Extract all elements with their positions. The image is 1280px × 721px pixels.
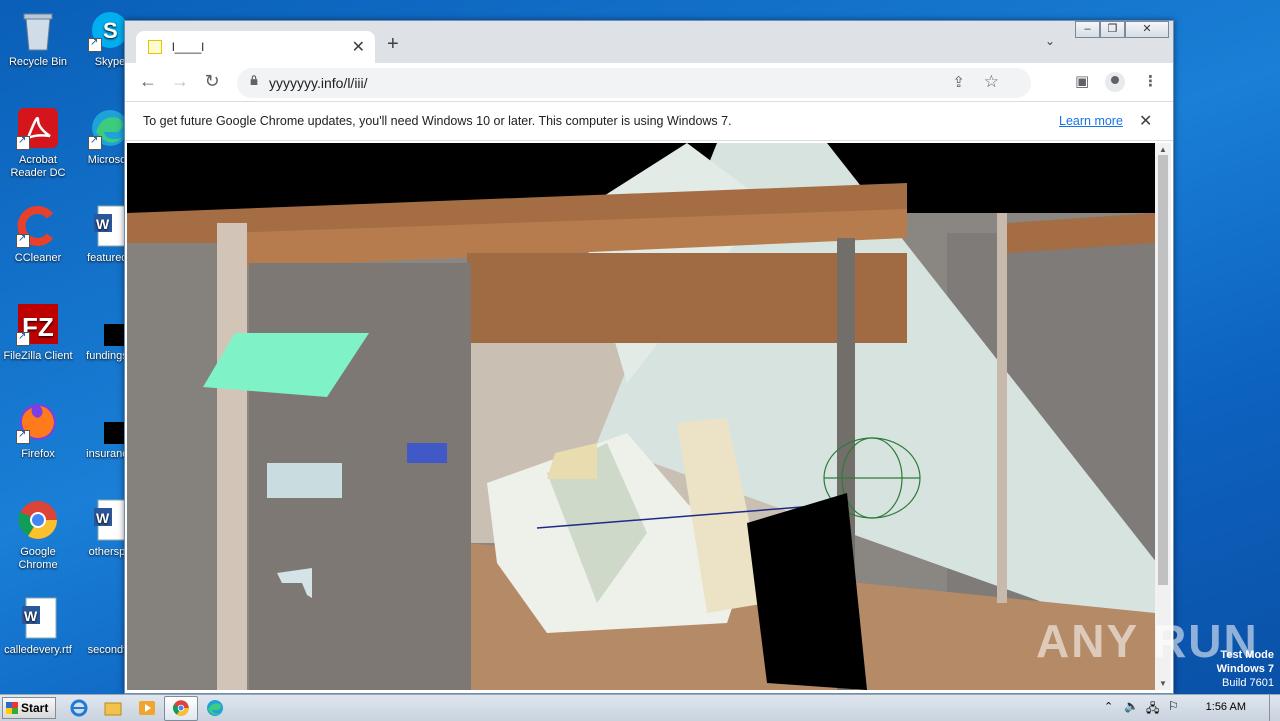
os-label: Windows 7	[1216, 663, 1274, 675]
desktop-icon-label: FileZilla Client	[3, 350, 73, 362]
scrollbar-thumb[interactable]	[1158, 155, 1168, 585]
infobar-message: To get future Google Chrome updates, you…	[143, 114, 732, 128]
desktop-icon-acrobat[interactable]: Acrobat Reader DC	[0, 106, 76, 180]
internet-explorer-icon[interactable]	[68, 698, 90, 718]
desktop-icon-label: Recycle Bin	[8, 56, 68, 68]
test-mode-label: Test Mode	[1220, 649, 1274, 661]
desktop-icon-filezilla[interactable]: FZ FileZilla Client	[0, 302, 76, 363]
close-tab-icon[interactable]: ✕	[352, 37, 365, 57]
infobar-close-icon[interactable]: ✕	[1139, 111, 1152, 131]
desktop-icon-label: Google Chrome	[18, 546, 58, 571]
acrobat-icon	[16, 106, 60, 150]
desktop-icon-recycle-bin[interactable]: Recycle Bin	[0, 8, 76, 69]
svg-text:W: W	[24, 608, 38, 624]
volume-icon[interactable]: 🔈	[1124, 699, 1139, 713]
update-infobar: To get future Google Chrome updates, you…	[125, 101, 1173, 141]
filezilla-icon: FZ	[16, 302, 60, 346]
test-mode-notice: Test Mode Windows 7 Build 7601	[1217, 648, 1274, 690]
tab-title: l____l	[172, 40, 205, 54]
menu-kebab-icon[interactable]: ⋮	[1143, 72, 1158, 90]
windows-logo-icon	[6, 702, 18, 714]
svg-text:W: W	[96, 216, 110, 232]
new-tab-button[interactable]: +	[387, 33, 399, 56]
desktop-icon-label: Acrobat Reader DC	[10, 154, 66, 179]
scroll-down-icon[interactable]: ▼	[1159, 679, 1167, 688]
desktop-icon-label: CCleaner	[14, 252, 62, 264]
firefox-icon	[16, 400, 60, 444]
bookmark-star-icon[interactable]: ☆	[984, 72, 999, 92]
tab-strip: l____l ✕ + ⌄ – ❐ ✕	[125, 21, 1173, 63]
chrome-taskbar-button[interactable]	[164, 696, 198, 721]
scene-graphic	[127, 143, 1155, 690]
share-icon[interactable]: ⇪	[952, 73, 965, 91]
edge-icon[interactable]	[204, 698, 226, 718]
taskbar: Start ⌃ 🔈 🖧 ⚐ 1:56 AM	[0, 694, 1280, 721]
system-tray: ⌃ 🔈 🖧 ⚐ 1:56 AM	[1102, 695, 1280, 721]
favicon-icon	[148, 40, 162, 54]
scroll-up-icon[interactable]: ▲	[1159, 145, 1167, 154]
desktop-icon-ccleaner[interactable]: CCleaner	[0, 204, 76, 265]
learn-more-link[interactable]: Learn more	[1059, 114, 1123, 128]
show-desktop-button[interactable]	[1269, 695, 1280, 721]
maximize-button[interactable]: ❐	[1100, 21, 1125, 38]
svg-text:S: S	[103, 18, 118, 43]
start-label: Start	[21, 701, 49, 715]
word-document-icon: W	[16, 596, 60, 640]
file-explorer-icon[interactable]	[102, 698, 124, 718]
desktop-icon-firefox[interactable]: Firefox	[0, 400, 76, 461]
desktop-icon-label: calledevery.rtf	[4, 644, 72, 656]
desktop-icon-google-chrome[interactable]: Google Chrome	[0, 498, 76, 572]
media-player-icon[interactable]	[136, 698, 158, 718]
minimize-button[interactable]: –	[1075, 21, 1100, 38]
url-text: yyyyyyy.info/l/iii/	[269, 75, 368, 91]
close-window-button[interactable]: ✕	[1125, 21, 1169, 38]
back-button[interactable]: ←	[137, 71, 159, 92]
vertical-scrollbar[interactable]: ▲ ▼	[1155, 143, 1171, 690]
reload-button[interactable]: ↻	[201, 71, 223, 92]
chrome-icon	[16, 498, 60, 542]
desktop-icon-label: Firefox	[21, 448, 55, 460]
recycle-bin-icon	[16, 8, 60, 52]
browser-toolbar: ← → ↻ yyyyyyy.info/l/iii/ ⇪ ☆ ▣ ⋮	[125, 63, 1173, 101]
chrome-icon	[173, 700, 189, 716]
address-bar[interactable]: yyyyyyy.info/l/iii/ ⇪ ☆	[237, 68, 1031, 98]
chrome-window: l____l ✕ + ⌄ – ❐ ✕ ← → ↻ yyyyyyy.info/l/…	[124, 20, 1174, 694]
build-label: Build 7601	[1222, 677, 1274, 689]
tab-search-chevron-icon[interactable]: ⌄	[1045, 34, 1055, 48]
profile-avatar[interactable]	[1105, 72, 1125, 92]
ccleaner-icon	[16, 204, 60, 248]
side-panel-icon[interactable]: ▣	[1075, 72, 1089, 90]
clock[interactable]: 1:56 AM	[1206, 701, 1246, 713]
start-button[interactable]: Start	[2, 697, 56, 719]
lock-icon	[250, 75, 258, 85]
forward-button[interactable]: →	[169, 71, 191, 92]
show-hidden-icons-chevron-icon[interactable]: ⌃	[1104, 700, 1113, 713]
svg-text:W: W	[96, 510, 110, 526]
desktop-icon-calledevery[interactable]: W calledevery.rtf	[0, 596, 76, 657]
action-center-flag-icon[interactable]: ⚐	[1168, 699, 1179, 713]
browser-tab[interactable]: l____l ✕	[136, 31, 375, 63]
network-icon[interactable]: 🖧	[1146, 699, 1159, 720]
webgl-scene[interactable]	[127, 143, 1155, 690]
